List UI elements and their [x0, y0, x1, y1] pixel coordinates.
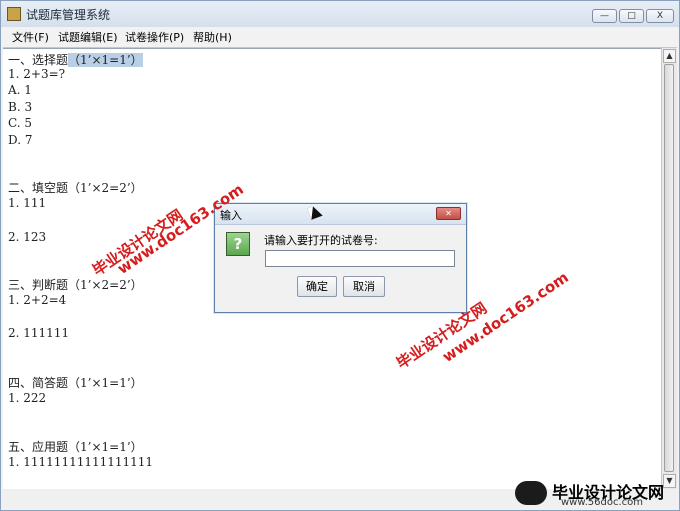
window-title: 试题库管理系统: [26, 8, 111, 22]
brand-logo-icon: [515, 481, 547, 505]
dialog-title-bar: 输入 ✕: [215, 204, 466, 225]
menu-help[interactable]: 帮助(H): [193, 29, 232, 45]
scroll-thumb[interactable]: [664, 64, 674, 472]
menu-paper-operations[interactable]: 试卷操作(P): [125, 29, 184, 45]
text-line: 1. 222: [8, 391, 47, 405]
text-line: 1. 111: [8, 196, 47, 210]
section-heading-fill: 二、填空题（1’×2=2’）: [8, 181, 143, 195]
text-line: 1. 11111111111111111: [8, 455, 154, 469]
text-line: 一、选择题: [8, 53, 69, 67]
maximize-button[interactable]: □: [619, 9, 644, 23]
ok-button[interactable]: 确定: [297, 276, 337, 297]
brand-watermark: 毕业设计论文网 www.56doc.com: [515, 479, 675, 508]
input-dialog: 输入 ✕ ? 请输入要打开的试卷号: 确定 取消: [214, 203, 467, 313]
text-line: 1. 2+2=4: [8, 293, 67, 307]
app-icon: [7, 7, 21, 21]
text-line: D. 7: [8, 133, 33, 147]
text-line: C. 5: [8, 116, 33, 130]
dialog-prompt: 请输入要打开的试卷号:: [264, 234, 378, 247]
text-line: 2. 123: [8, 230, 47, 244]
text-line: A. 1: [8, 83, 32, 97]
section-heading-short-answer: 四、简答题（1’×1=1’）: [8, 376, 143, 390]
selected-text-highlight: （1’×1=1’）: [68, 53, 143, 67]
text-line: 2. 111111: [8, 326, 70, 340]
section-heading-application: 五、应用题（1’×1=1’）: [8, 440, 143, 454]
title-bar: 试题库管理系统 — □ X: [1, 1, 679, 27]
menu-bar: 文件(F) 试题编辑(E) 试卷操作(P) 帮助(H): [3, 27, 677, 48]
cancel-button[interactable]: 取消: [343, 276, 385, 297]
brand-url: www.56doc.com: [561, 497, 644, 508]
text-line: 1. 2+3=?: [8, 67, 66, 81]
dialog-close-button[interactable]: ✕: [436, 207, 461, 220]
menu-file[interactable]: 文件(F): [12, 29, 49, 45]
minimize-button[interactable]: —: [592, 9, 617, 23]
text-line: B. 3: [8, 100, 33, 114]
section-heading-judgment: 三、判断题（1’×2=2’）: [8, 278, 143, 292]
scroll-up-arrow-icon[interactable]: ▲: [663, 49, 676, 63]
close-button[interactable]: X: [646, 9, 674, 23]
paper-number-input[interactable]: [265, 250, 455, 267]
section-heading-choice: 一、选择题（1’×1=1’）: [8, 51, 143, 68]
vertical-scrollbar[interactable]: ▲ ▼: [661, 48, 677, 489]
question-icon: ?: [226, 232, 250, 256]
menu-question-edit[interactable]: 试题编辑(E): [58, 29, 118, 45]
